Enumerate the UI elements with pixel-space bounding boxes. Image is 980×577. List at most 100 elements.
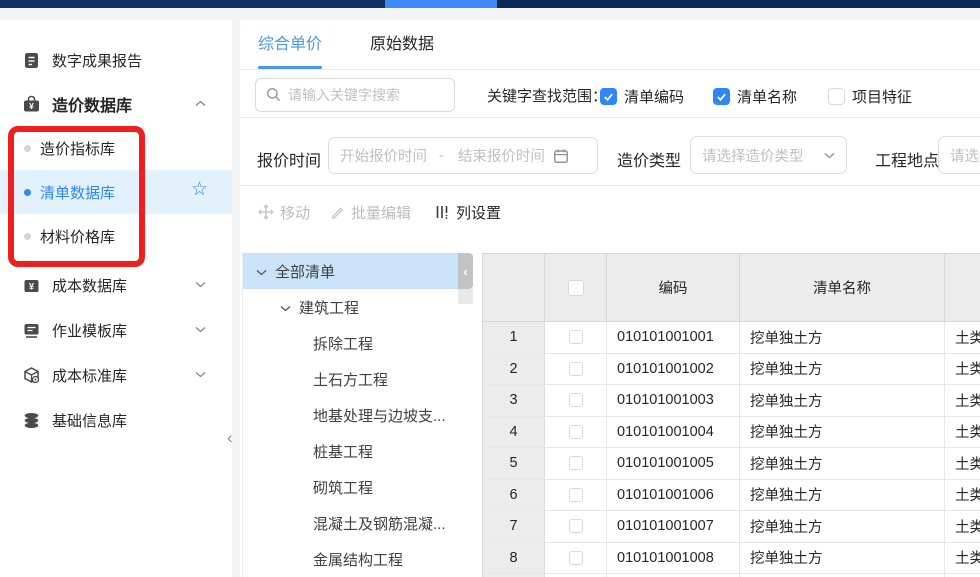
tree-node[interactable]: 桩基工程 (243, 433, 458, 469)
sidebar-group-label: 成本数据库 (52, 275, 127, 296)
quote-time-range-picker[interactable]: 开始报价时间 - 结束报价时间 (328, 137, 598, 174)
checkbox-label: 清单编码 (624, 86, 684, 107)
search-input[interactable] (255, 78, 455, 112)
checkbox-list-name[interactable]: 清单名称 (713, 86, 797, 107)
cost-type-select[interactable]: 请选择造价类型 (690, 136, 847, 174)
row-name: 挖单独土方 (740, 417, 945, 449)
table-row[interactable]: 4 010101001004 挖单独土方 土类别 (483, 417, 980, 449)
tree-node-all-lists[interactable]: 全部清单 (243, 253, 458, 289)
row-checkbox-cell (545, 511, 607, 543)
table-row[interactable]: 5 010101001005 挖单独土方 土类别 (483, 448, 980, 480)
chevron-up-icon (195, 100, 206, 107)
row-name: 挖单独土方 (740, 543, 945, 575)
sidebar-collapse-icon[interactable]: ‹ (227, 428, 233, 448)
tree-collapse-handle[interactable]: ‹ (458, 253, 473, 289)
topbar-segment (497, 0, 980, 8)
sidebar-group-cost-standard-library[interactable]: 成本标准库 (0, 353, 232, 397)
row-feature: 土类别 (945, 322, 980, 354)
batch-edit-button[interactable]: 批量编辑 (330, 200, 411, 224)
tree-node[interactable]: 金属结构工程 (243, 541, 458, 577)
checkbox-list-code[interactable]: 清单编码 (600, 86, 684, 107)
cost-bag-icon: ¥ (22, 95, 41, 114)
row-checkbox[interactable] (569, 551, 583, 565)
row-checkbox[interactable] (569, 393, 583, 407)
checkbox-checked-icon[interactable] (713, 88, 730, 105)
table-header-feature (945, 254, 980, 322)
sidebar-group-cost-data-library[interactable]: ¥ 成本数据库 (0, 263, 232, 307)
tree-node[interactable]: 混凝土及钢筋混凝... (243, 505, 458, 541)
tree-node-label: 桩基工程 (313, 441, 373, 462)
report-icon (22, 51, 41, 70)
date-start-placeholder: 开始报价时间 (340, 145, 427, 166)
project-location-label: 工程地点 (875, 147, 939, 171)
checkbox-label: 项目特征 (852, 86, 912, 107)
sidebar-group-job-template-library[interactable]: 作业模板库 (0, 308, 232, 352)
chevron-down-icon (195, 281, 206, 288)
row-checkbox-cell (545, 448, 607, 480)
row-checkbox[interactable] (569, 330, 583, 344)
tree-node[interactable]: 拆除工程 (243, 325, 458, 361)
chevron-down-icon (195, 371, 206, 378)
row-index: 6 (483, 480, 545, 512)
select-all-checkbox[interactable] (568, 280, 584, 296)
row-index: 5 (483, 448, 545, 480)
pencil-icon (330, 205, 345, 220)
topbar-active-tab-segment (385, 0, 497, 8)
tree-node-label: 混凝土及钢筋混凝... (313, 513, 446, 534)
tree-splitter (458, 289, 473, 304)
table-row[interactable]: 8 010101001008 挖单独土方 土类别 (483, 543, 980, 575)
sidebar-group-cost-database[interactable]: ¥ 造价数据库 (0, 82, 232, 126)
tree-node-label: 砌筑工程 (313, 477, 373, 498)
row-checkbox-cell (545, 354, 607, 386)
sidebar-group-label: 基础信息库 (52, 410, 127, 431)
tree-node[interactable]: 砌筑工程 (243, 469, 458, 505)
column-settings-button[interactable]: 列设置 (435, 200, 501, 224)
tab-raw-data[interactable]: 原始数据 (370, 20, 434, 69)
move-button-label: 移动 (280, 202, 310, 223)
row-checkbox[interactable] (569, 488, 583, 502)
row-feature: 土类别 (945, 480, 980, 512)
tree-node[interactable]: 土石方工程 (243, 361, 458, 397)
row-name: 挖单独土方 (740, 448, 945, 480)
tree-expand-icon[interactable] (280, 305, 291, 312)
column-settings-label: 列设置 (456, 202, 501, 223)
project-location-select[interactable]: 请选择工程地点 (938, 136, 980, 174)
table-row[interactable]: 3 010101001003 挖单独土方 土类别 (483, 385, 980, 417)
date-range-separator: - (439, 148, 444, 164)
row-code: 010101001006 (607, 480, 740, 512)
row-checkbox[interactable] (569, 425, 583, 439)
checkbox-project-feature[interactable]: 项目特征 (828, 86, 912, 107)
move-button[interactable]: 移动 (258, 200, 310, 224)
row-checkbox[interactable] (569, 362, 583, 376)
row-index: 7 (483, 511, 545, 543)
row-feature: 土类别 (945, 354, 980, 386)
table-row[interactable]: 7 010101001007 挖单独土方 土类别 (483, 511, 980, 543)
list-data-table: 编码 清单名称 1 010101001001 挖单独土方 土类别 2 01010… (482, 253, 980, 577)
row-index: 1 (483, 322, 545, 354)
checkbox-checked-icon[interactable] (600, 88, 617, 105)
tab-composite-unit-price[interactable]: 综合单价 (258, 20, 322, 69)
sidebar-group-base-info-library[interactable]: 基础信息库 (0, 398, 232, 442)
sidebar-item-cost-index-library[interactable]: 造价指标库 (0, 126, 232, 170)
table-header-code: 编码 (607, 254, 740, 322)
sidebar-item-list-database[interactable]: 清单数据库 ☆ (0, 170, 232, 214)
svg-text:¥: ¥ (29, 101, 34, 111)
table-row[interactable]: 6 010101001006 挖单独土方 土类别 (483, 480, 980, 512)
tree-node-label: 建筑工程 (299, 297, 359, 318)
sidebar-item-material-price-library[interactable]: 材料价格库 (0, 214, 232, 258)
favorite-star-icon[interactable]: ☆ (191, 179, 208, 201)
row-checkbox[interactable] (569, 519, 583, 533)
row-checkbox[interactable] (569, 456, 583, 470)
tree-node-building-works[interactable]: 建筑工程 (243, 289, 458, 325)
sidebar-item-digital-report[interactable]: 数字成果报告 (0, 38, 232, 82)
table-row[interactable]: 2 010101001002 挖单独土方 土类别 (483, 354, 980, 386)
sidebar-group-label: 作业模板库 (52, 320, 127, 341)
tree-node[interactable]: 地基处理与边坡支... (243, 397, 458, 433)
table-row[interactable]: 1 010101001001 挖单独土方 土类别 (483, 322, 980, 354)
checkbox-unchecked-icon[interactable] (828, 88, 845, 105)
chevron-down-icon (195, 326, 206, 333)
sidebar-group-label: 成本标准库 (52, 365, 127, 386)
row-name: 挖单独土方 (740, 511, 945, 543)
tab-bar: 综合单价 原始数据 (240, 20, 980, 70)
tree-expand-icon[interactable] (256, 269, 267, 276)
